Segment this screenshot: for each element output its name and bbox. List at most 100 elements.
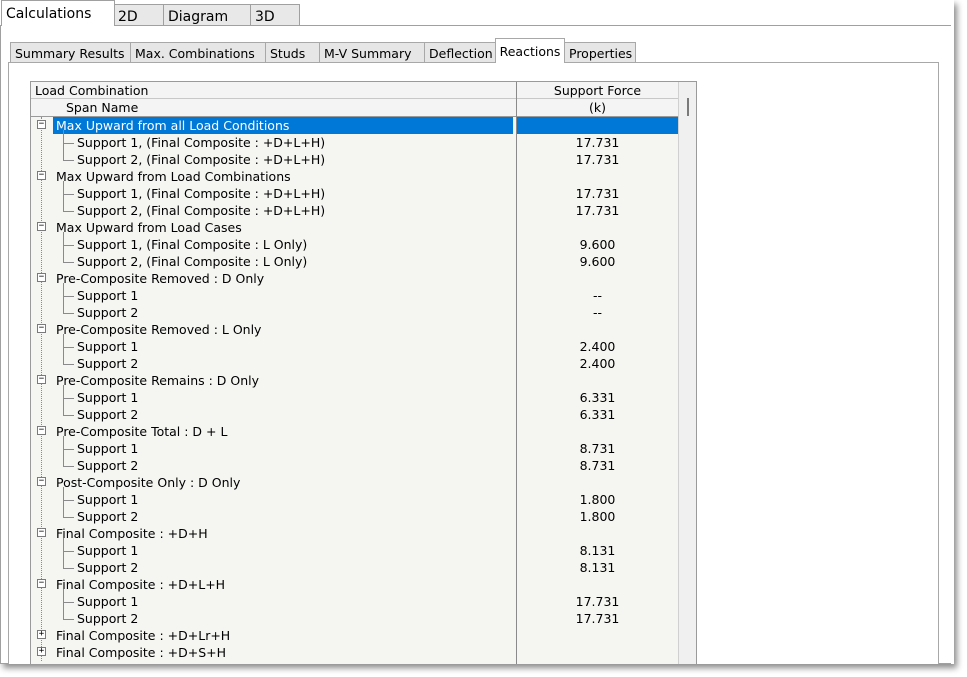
tab-diagram[interactable]: Diagram [163,4,251,25]
tab-3d-label: 3D [255,9,275,25]
tree-child-row[interactable]: Support 1 6.331 [31,389,678,406]
tree-branch-line [63,287,74,297]
tree-child-row[interactable]: Support 1 8.731 [31,440,678,457]
tree-vertical-line [63,334,64,363]
tree-child-row[interactable]: Support 2, (Final Composite : L Only) 9.6… [31,253,678,270]
tree-child-row[interactable]: Support 2, (Final Composite : +D+L+H) 17.… [31,151,678,168]
tree-child-row[interactable]: Support 1, (Final Composite : +D+L+H) 17.… [31,134,678,151]
tree-group-row[interactable]: + Final Composite : +D+Lr+H [31,627,678,644]
support-force-value: 17.731 [575,152,620,167]
tree-group-row[interactable]: − Post-Composite Only : D Only [31,474,678,491]
tab-diagram-label: Diagram [168,9,229,25]
support-label: Support 2 [77,407,139,422]
support-label: Support 1 [77,441,139,456]
subtab-studs[interactable]: Studs [265,42,320,62]
tree-branch-line [63,253,74,263]
tree-vertical-line [63,385,64,414]
tree-branch-line [63,610,74,620]
subtab-studs-label: Studs [270,46,306,61]
header-support-force[interactable]: Support Force [517,83,678,98]
reactions-tree-grid[interactable]: Load Combination Span Name Support Force… [30,81,697,664]
tree-group-row[interactable]: − Max Upward from Load Combinations [31,168,678,185]
collapse-minus-icon[interactable]: − [37,324,46,333]
vertical-scrollbar[interactable] [678,82,696,664]
support-force-value: 2.400 [579,339,616,354]
tree-child-row[interactable]: Support 1 2.400 [31,338,678,355]
tree-branch-line [63,355,74,365]
tree-child-row[interactable]: Support 1 -- [31,287,678,304]
support-label: Support 1, (Final Composite : +D+L+H) [77,135,326,150]
header-span-name[interactable]: Span Name [66,100,138,115]
support-label: Support 2, (Final Composite : +D+L+H) [77,203,326,218]
tab-2d[interactable]: 2D [113,4,165,25]
support-force-value: 17.731 [575,203,620,218]
tree-branch-line [63,457,74,467]
tree-child-row[interactable]: Support 2 8.731 [31,457,678,474]
collapse-minus-icon[interactable]: − [37,273,46,282]
tree-child-row[interactable]: Support 2 2.400 [31,355,678,372]
subtab-mv-summary[interactable]: M-V Summary [319,42,425,62]
support-force-value: 17.731 [575,186,620,201]
support-force-value: 8.731 [579,458,616,473]
collapse-minus-icon[interactable]: − [37,375,46,384]
subtab-summary-results[interactable]: Summary Results [10,42,131,62]
support-label: Support 2 [77,611,139,626]
collapse-minus-icon[interactable]: − [37,222,46,231]
support-label: Support 1 [77,594,139,609]
group-label: Pre-Composite Removed : D Only [56,271,265,286]
subtab-deflection[interactable]: Deflection [424,42,496,62]
subtab-properties[interactable]: Properties [564,42,636,62]
collapse-minus-icon[interactable]: − [37,171,46,180]
subtab-reactions[interactable]: Reactions [495,38,565,63]
tree-child-row[interactable]: Support 2 -- [31,304,678,321]
tree-vertical-line [63,283,64,312]
tree-group-row[interactable]: − Pre-Composite Removed : L Only [31,321,678,338]
support-force-value: 2.400 [579,356,616,371]
tab-3d[interactable]: 3D [250,4,300,25]
tree-child-row[interactable]: Support 2 8.131 [31,559,678,576]
tree-group-row[interactable]: − Pre-Composite Removed : D Only [31,270,678,287]
support-force-value: 9.600 [579,254,616,269]
support-force-value: 17.731 [575,594,620,609]
calculations-window: 2D Diagram 3D Calculations Summary Resul… [0,0,954,664]
header-divider [31,98,678,99]
tree-group-row[interactable]: + Final Composite : +D+S+H [31,644,678,661]
subtab-max-combinations[interactable]: Max. Combinations [130,42,266,62]
collapse-minus-icon[interactable]: − [37,426,46,435]
collapse-minus-icon[interactable]: − [37,528,46,537]
tree-child-row[interactable]: Support 2 1.800 [31,508,678,525]
tree-vertical-line [63,538,64,567]
tab-calculations[interactable]: Calculations [1,0,115,26]
tab-2d-label: 2D [118,9,138,25]
collapse-minus-icon[interactable]: − [37,120,46,129]
tree-child-row[interactable]: Support 2 6.331 [31,406,678,423]
tree-child-row[interactable]: Support 2 17.731 [31,610,678,627]
support-label: Support 1 [77,288,139,303]
tree-vertical-line [63,181,64,210]
expand-plus-icon[interactable]: + [37,630,46,639]
scrollbar-thumb[interactable] [687,98,689,116]
tree-branch-line [63,185,74,195]
expand-plus-icon[interactable]: + [37,647,46,656]
header-load-combination[interactable]: Load Combination [35,83,148,98]
collapse-minus-icon[interactable]: − [37,579,46,588]
tree-group-row[interactable]: − Final Composite : +D+L+H [31,576,678,593]
support-label: Support 1 [77,390,139,405]
column-separator[interactable] [516,82,517,664]
tree-child-row[interactable]: Support 1 17.731 [31,593,678,610]
tree-child-row[interactable]: Support 1, (Final Composite : +D+L+H) 17.… [31,185,678,202]
tree-branch-line [63,236,74,246]
support-force-value: 6.331 [579,390,616,405]
tree-group-row[interactable]: − Final Composite : +D+H [31,525,678,542]
tree-group-row[interactable]: − Pre-Composite Total : D + L [31,423,678,440]
support-label: Support 2 [77,509,139,524]
tree-child-row[interactable]: Support 1 8.131 [31,542,678,559]
collapse-minus-icon[interactable]: − [37,477,46,486]
tree-child-row[interactable]: Support 2, (Final Composite : +D+L+H) 17.… [31,202,678,219]
tree-child-row[interactable]: Support 1, (Final Composite : L Only) 9.6… [31,236,678,253]
tree-child-row[interactable]: Support 1 1.800 [31,491,678,508]
tree-group-row[interactable]: − Pre-Composite Remains : D Only [31,372,678,389]
tree-group-row[interactable]: − Max Upward from Load Cases [31,219,678,236]
tree-group-row[interactable]: − Max Upward from all Load Conditions [31,117,678,134]
support-force-value: 1.800 [579,509,616,524]
